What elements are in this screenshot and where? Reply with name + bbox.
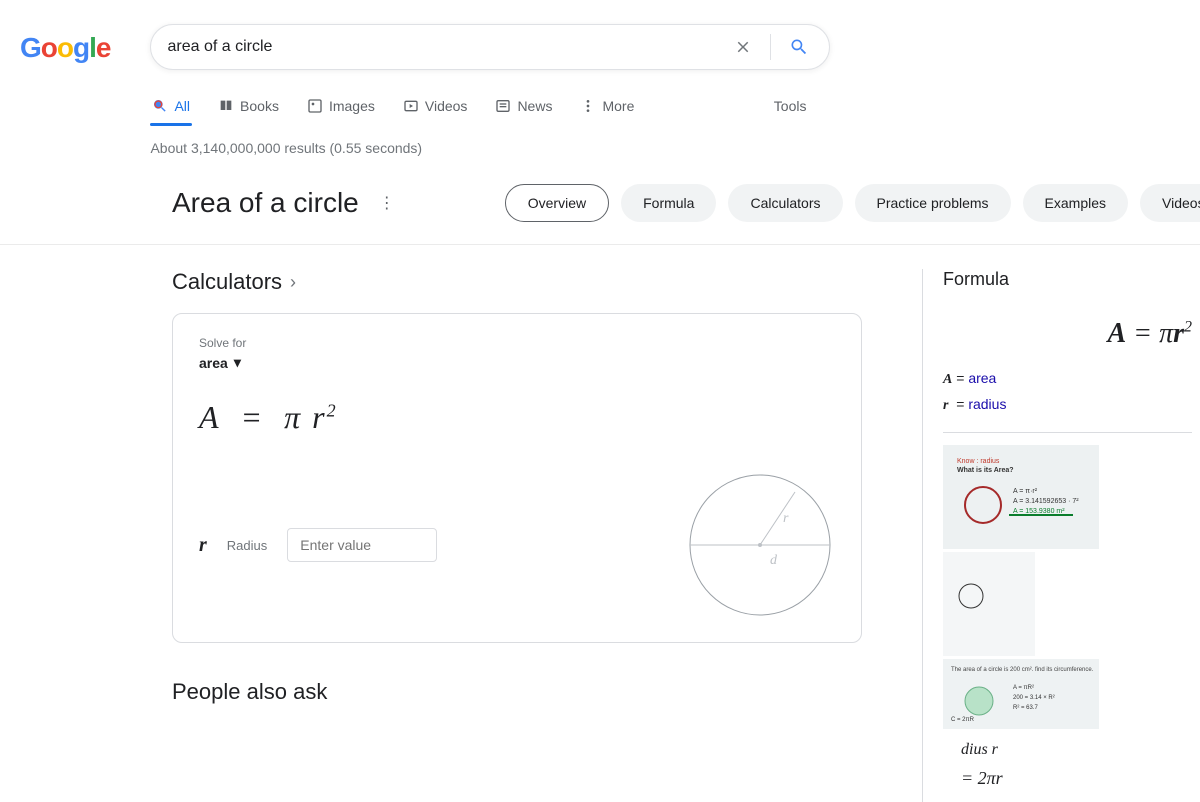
books-icon [218, 98, 234, 114]
tab-videos[interactable]: Videos [401, 90, 470, 126]
thumbnail[interactable]: Know : radius What is its Area? A = π·r² A … [943, 445, 1099, 549]
thumbnail[interactable]: dius r = 2πr [943, 732, 1035, 802]
svg-text:d: d [770, 553, 778, 568]
svg-text:Know : radius: Know : radius [957, 458, 1000, 465]
legend-link-radius[interactable]: radius [968, 396, 1006, 412]
variable-symbol: r [199, 534, 207, 557]
tab-label: Videos [425, 98, 468, 114]
tab-more[interactable]: More [578, 90, 636, 126]
tab-label: News [517, 98, 552, 114]
solve-value-text: area [199, 355, 228, 371]
svg-text:What is its Area?: What is its Area? [957, 467, 1014, 474]
tab-all[interactable]: All [150, 90, 192, 126]
search-icon[interactable] [785, 33, 813, 61]
svg-text:A = πR²: A = πR² [1013, 685, 1034, 691]
tab-label: Books [240, 98, 279, 114]
solve-for-dropdown[interactable]: area ▾ [199, 354, 835, 371]
result-stats: About 3,140,000,000 results (0.55 second… [150, 140, 830, 156]
svg-text:A = π·r²: A = π·r² [1013, 488, 1038, 495]
topic-title: Area of a circle [172, 187, 359, 219]
topic-menu-icon[interactable]: ⋮ [379, 193, 395, 213]
sidebar-formula-title: Formula [943, 269, 1192, 290]
svg-text:200 = 3.14 × R²: 200 = 3.14 × R² [1013, 695, 1055, 701]
chip-calculators[interactable]: Calculators [728, 184, 842, 222]
svg-text:A = 3.141592653 · 7²: A = 3.141592653 · 7² [1013, 498, 1079, 505]
chip-formula[interactable]: Formula [621, 184, 716, 222]
caret-down-icon: ▾ [234, 354, 241, 371]
google-logo[interactable]: Google [20, 24, 110, 64]
svg-text:The area of a circle is 200 cm: The area of a circle is 200 cm². find it… [951, 667, 1094, 673]
circle-diagram: r d [685, 470, 835, 620]
radius-input[interactable] [287, 528, 437, 562]
svg-text:dius r: dius r [961, 741, 999, 758]
tab-news[interactable]: News [493, 90, 554, 126]
search-input[interactable] [167, 38, 730, 56]
svg-text:R² = 63.7: R² = 63.7 [1013, 705, 1039, 711]
divider [0, 244, 1200, 245]
chevron-right-icon: › [290, 272, 296, 293]
people-also-ask-heading: People also ask [172, 679, 862, 705]
videos-icon [403, 98, 419, 114]
svg-text:A = 153.9380 m²: A = 153.9380 m² [1013, 508, 1065, 515]
image-thumbnails: Know : radius What is its Area? A = π·r² A … [943, 445, 1192, 802]
svg-text:= 2πr: = 2πr [961, 768, 1004, 788]
svg-text:r: r [783, 511, 789, 526]
chip-practice[interactable]: Practice problems [855, 184, 1011, 222]
variable-label: Radius [227, 538, 267, 553]
search-small-icon [152, 98, 168, 114]
section-label: Calculators [172, 269, 282, 295]
tab-label: Images [329, 98, 375, 114]
solve-for-label: Solve for [199, 336, 835, 350]
tab-books[interactable]: Books [216, 90, 281, 126]
svg-text:C = 2πR: C = 2πR [951, 717, 975, 723]
legend-row: A = area [943, 370, 1192, 388]
chip-examples[interactable]: Examples [1023, 184, 1128, 222]
chip-overview[interactable]: Overview [505, 184, 609, 222]
formula-display: A = π r2 [199, 399, 835, 436]
search-box[interactable] [150, 24, 830, 70]
divider [770, 34, 771, 60]
legend-link-area[interactable]: area [968, 370, 996, 386]
calculator-card: Solve for area ▾ A = π r2 r Radius [172, 313, 862, 643]
tab-images[interactable]: Images [305, 90, 377, 126]
divider [943, 432, 1192, 433]
thumbnail[interactable]: The area of a circle is 200 cm². find it… [943, 659, 1099, 729]
calculators-heading[interactable]: Calculators › [172, 269, 862, 295]
sidebar-formula: A = πr2 [943, 318, 1192, 350]
tools-button[interactable]: Tools [774, 90, 807, 126]
more-vertical-icon [580, 98, 596, 114]
images-icon [307, 98, 323, 114]
tab-label: More [602, 98, 634, 114]
legend-row: r = radius [943, 396, 1192, 414]
chip-videos[interactable]: Videos [1140, 184, 1200, 222]
tab-label: All [174, 98, 190, 114]
news-icon [495, 98, 511, 114]
thumbnail[interactable] [943, 552, 1035, 656]
clear-icon[interactable] [730, 34, 756, 60]
